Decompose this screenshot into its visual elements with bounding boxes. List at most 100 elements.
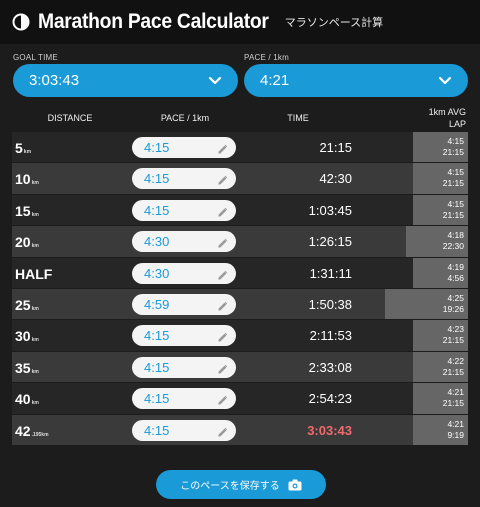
lap-avg: 4:15 xyxy=(447,136,464,146)
column-header-lap: 1km AVG LAP xyxy=(412,106,466,130)
distance-unit: .195km xyxy=(31,431,49,438)
pace-input[interactable]: 4:30 xyxy=(132,262,236,284)
pencil-icon xyxy=(217,362,228,374)
lap-cell: 4:15 21:15 xyxy=(443,136,464,158)
chevron-down-icon xyxy=(208,76,222,84)
pace-input[interactable]: 4:15 xyxy=(132,137,236,158)
pencil-icon xyxy=(217,173,228,186)
app-title: Marathon Pace Calculator xyxy=(38,10,269,33)
pace-value: 4:21 xyxy=(260,72,290,89)
distance-cell: 30km xyxy=(15,328,39,344)
lap-avg: 4:15 xyxy=(447,167,464,178)
chevron-down-icon xyxy=(438,76,452,84)
pencil-icon xyxy=(217,393,228,405)
lap-avg: 4:23 xyxy=(447,324,464,335)
distance-unit: km xyxy=(31,180,39,187)
lap-avg: 4:22 xyxy=(447,355,464,366)
distance-cell: 20km xyxy=(15,234,39,250)
goal-time-select[interactable]: 3:03:43 xyxy=(13,64,238,97)
lap-split: 21:15 xyxy=(442,209,464,220)
time-cell: 21:15 xyxy=(319,140,352,155)
table-row: 35km 4:15 2:33:08 4:22 21:15 xyxy=(12,351,468,384)
pace-input[interactable]: 4:15 xyxy=(132,356,236,378)
lap-cell: 4:18 22:30 xyxy=(443,230,464,252)
lap-cell: 4:21 21:15 xyxy=(443,387,464,409)
distance-cell: 40km xyxy=(15,391,39,407)
lap-split: 19:26 xyxy=(442,303,464,314)
lap-split: 4:56 xyxy=(447,272,464,283)
lap-avg: 4:19 xyxy=(447,261,464,272)
time-cell: 1:26:15 xyxy=(308,234,352,250)
save-pace-button[interactable]: このペースを保存する xyxy=(156,470,326,499)
column-header-time: TIME xyxy=(287,113,309,123)
column-header-distance: DISTANCE xyxy=(47,113,93,123)
lap-avg: 4:18 xyxy=(447,230,464,241)
lap-cell: 4:15 21:15 xyxy=(443,167,464,189)
pencil-icon xyxy=(217,299,228,311)
pace-input[interactable]: 4:15 xyxy=(132,168,236,190)
lap-avg: 4:21 xyxy=(447,418,464,429)
distance-cell: 25km xyxy=(15,297,39,313)
pace-input[interactable]: 4:15 xyxy=(132,325,236,347)
lap-avg: 4:15 xyxy=(447,198,464,209)
distance-cell: HALF xyxy=(15,266,53,282)
pace-select[interactable]: 4:21 xyxy=(244,64,468,97)
distance-cell: 10km xyxy=(15,171,39,187)
pace-input[interactable]: 4:59 xyxy=(132,293,236,315)
table-row: HALF 4:30 1:31:11 4:19 4:56 xyxy=(12,257,468,289)
table-row: 10km 4:15 42:30 4:15 21:15 xyxy=(12,163,468,195)
table-row: 40km 4:15 2:54:23 4:21 21:15 xyxy=(12,383,468,415)
pace-input-value: 4:15 xyxy=(144,171,170,187)
lap-avg: 4:25 xyxy=(447,292,464,303)
lap-header-line2: LAP xyxy=(448,119,466,129)
pace-input[interactable]: 4:15 xyxy=(132,419,236,441)
lap-split: 21:15 xyxy=(442,147,464,157)
pace-input[interactable]: 4:15 xyxy=(132,199,236,221)
distance-cell: 42.195km xyxy=(15,423,49,439)
lap-split: 21:15 xyxy=(442,366,464,377)
lap-header-line1: 1km AVG xyxy=(428,107,466,117)
app-subtitle: マラソンペース計算 xyxy=(284,17,384,29)
table-row: 25km 4:59 1:50:38 4:25 19:26 xyxy=(12,288,468,321)
lap-split: 22:30 xyxy=(442,241,464,252)
distance-value: 42 xyxy=(15,422,31,439)
pace-label: PACE / 1km xyxy=(244,53,289,62)
time-cell: 1:03:45 xyxy=(308,202,352,218)
distance-unit: km xyxy=(23,149,32,155)
half-moon-icon xyxy=(12,13,30,31)
table-row: 30km 4:15 2:11:53 4:23 21:15 xyxy=(12,320,468,352)
pencil-icon xyxy=(217,425,228,437)
lap-split: 21:15 xyxy=(442,178,464,189)
distance-cell: 5km xyxy=(15,140,31,156)
distance-unit: km xyxy=(31,243,39,250)
time-cell: 2:33:08 xyxy=(308,359,352,375)
split-table: 5km 4:15 21:15 4:15 21:15 10km 4:15 42:30 4:15 21… xyxy=(12,132,468,446)
pace-input-value: 4:15 xyxy=(144,140,170,155)
pace-input[interactable]: 4:15 xyxy=(132,388,236,410)
pencil-icon xyxy=(217,268,228,280)
lap-cell: 4:19 4:56 xyxy=(447,262,464,284)
distance-value: 15 xyxy=(15,202,31,219)
camera-icon xyxy=(288,479,302,490)
distance-unit: km xyxy=(31,400,39,407)
time-cell: 1:50:38 xyxy=(308,296,352,312)
app-header: Marathon Pace Calculator マラソンペース計算 xyxy=(0,0,480,44)
table-row: 42.195km 4:15 3:03:43 4:21 9:19 xyxy=(12,414,468,446)
lap-cell: 4:23 21:15 xyxy=(443,324,464,346)
goal-time-value: 3:03:43 xyxy=(29,72,80,89)
pencil-icon xyxy=(217,142,228,154)
lap-split: 21:15 xyxy=(442,398,464,409)
pace-input[interactable]: 4:30 xyxy=(132,231,236,253)
time-cell: 2:11:53 xyxy=(309,328,352,344)
pace-input-value: 4:30 xyxy=(144,265,170,281)
table-row: 15km 4:15 1:03:45 4:15 21:15 xyxy=(12,194,468,227)
pencil-icon xyxy=(217,205,228,217)
distance-value: 10 xyxy=(15,171,31,188)
table-row: 5km 4:15 21:15 4:15 21:15 xyxy=(12,132,468,164)
distance-value: 30 xyxy=(15,328,31,345)
distance-value: 25 xyxy=(15,296,31,313)
distance-cell: 35km xyxy=(15,360,39,376)
distance-value: 5 xyxy=(15,140,23,156)
pace-input-value: 4:30 xyxy=(144,234,170,250)
lap-cell: 4:22 21:15 xyxy=(443,356,464,378)
